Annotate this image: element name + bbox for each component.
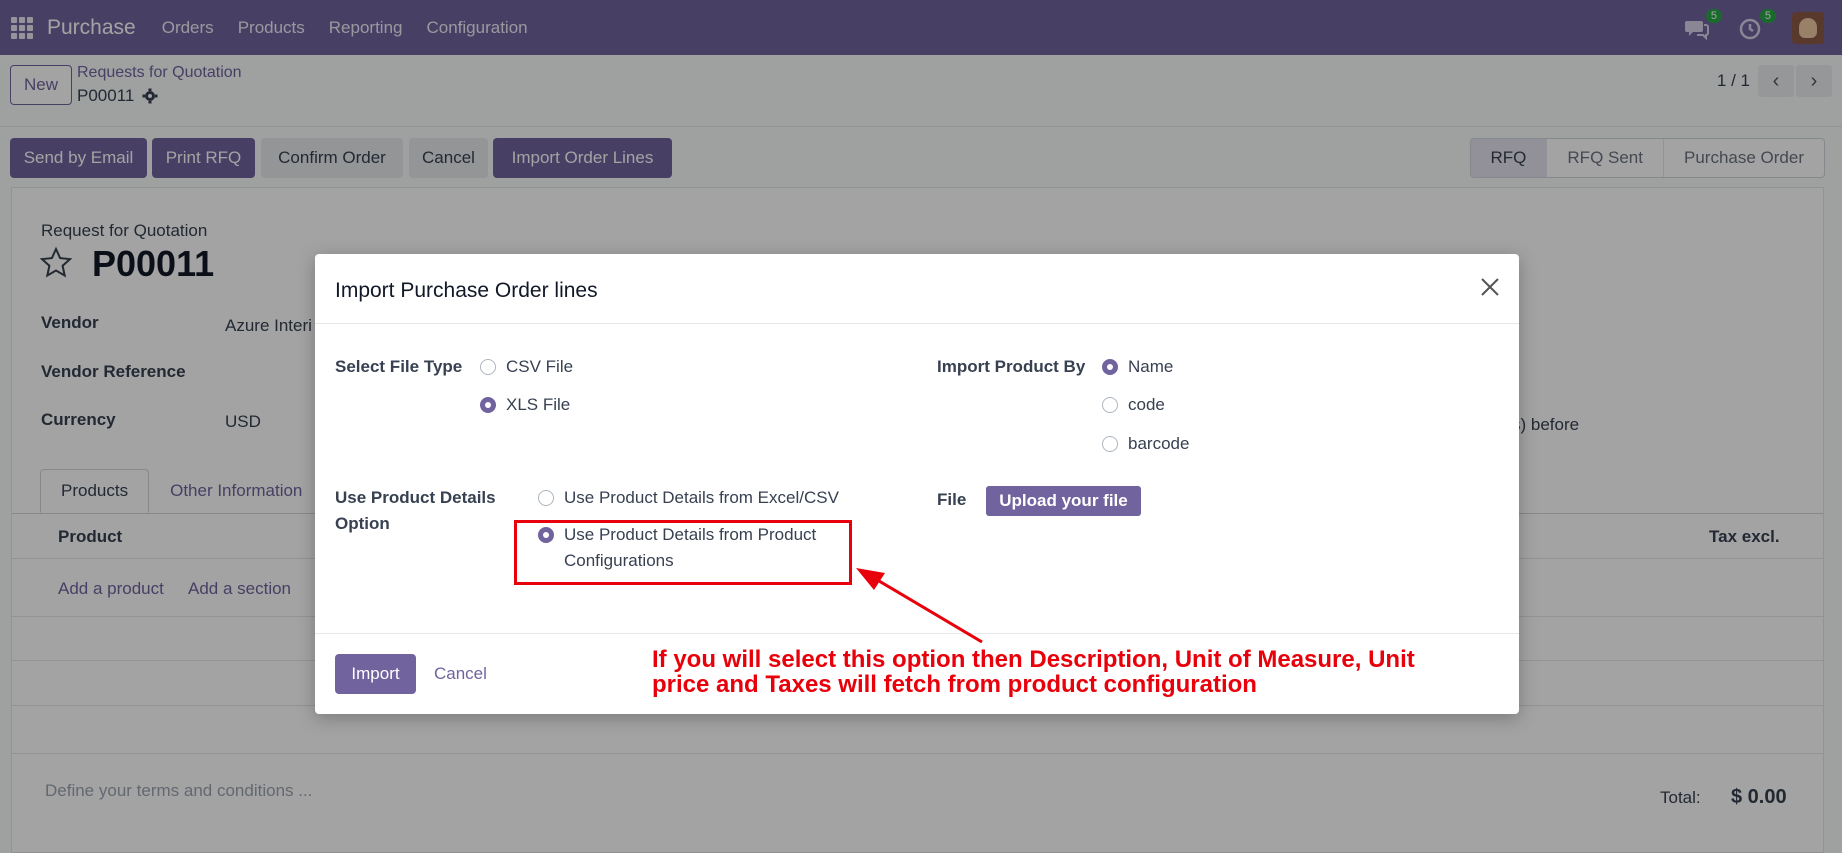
file-type-label: Select File Type [335,357,463,376]
import-button[interactable]: Import [335,654,416,694]
upload-file-button[interactable]: Upload your file [986,486,1141,516]
radio-label: Use Product Details from Excel/CSV [564,488,839,507]
radio-label: XLS File [506,395,571,414]
radio-xls-file[interactable]: XLS File [480,392,570,418]
annotation-line2: price and Taxes will fetch from product … [652,671,1257,698]
product-details-label-line1: Use Product Details [335,488,496,507]
radio-import-by-barcode[interactable]: barcode [1102,431,1189,457]
radio-button[interactable] [1102,436,1118,452]
radio-csv-file[interactable]: CSV File [480,354,573,380]
import-product-by-label: Import Product By [937,357,1086,376]
import-dialog: Import Purchase Order lines Select File … [315,254,1519,714]
file-label: File [937,490,967,509]
radio-label: Name [1128,357,1174,376]
radio-label: CSV File [506,357,574,376]
radio-button-checked[interactable] [1102,359,1118,375]
radio-label: code [1128,395,1165,414]
annotation-line1: If you will select this option then Desc… [652,646,1415,673]
product-details-option-label: Use Product Details Option [335,485,496,537]
radio-button[interactable] [1102,397,1118,413]
radio-button[interactable] [480,359,496,375]
annotation-highlight-box [514,520,852,585]
radio-details-excel-csv[interactable]: Use Product Details from Excel/CSV [538,485,839,511]
dialog-title: Import Purchase Order lines [335,279,598,302]
annotation-text: If you will select this option then Desc… [652,647,1472,697]
product-details-label-line2: Option [335,514,390,533]
cancel-button[interactable]: Cancel [434,664,487,684]
dialog-header: Import Purchase Order lines [315,254,1519,324]
close-icon[interactable] [1477,274,1503,300]
radio-label: barcode [1128,434,1190,453]
radio-import-by-code[interactable]: code [1102,392,1165,418]
radio-button-checked[interactable] [480,397,496,413]
radio-button[interactable] [538,490,554,506]
radio-import-by-name[interactable]: Name [1102,354,1173,380]
